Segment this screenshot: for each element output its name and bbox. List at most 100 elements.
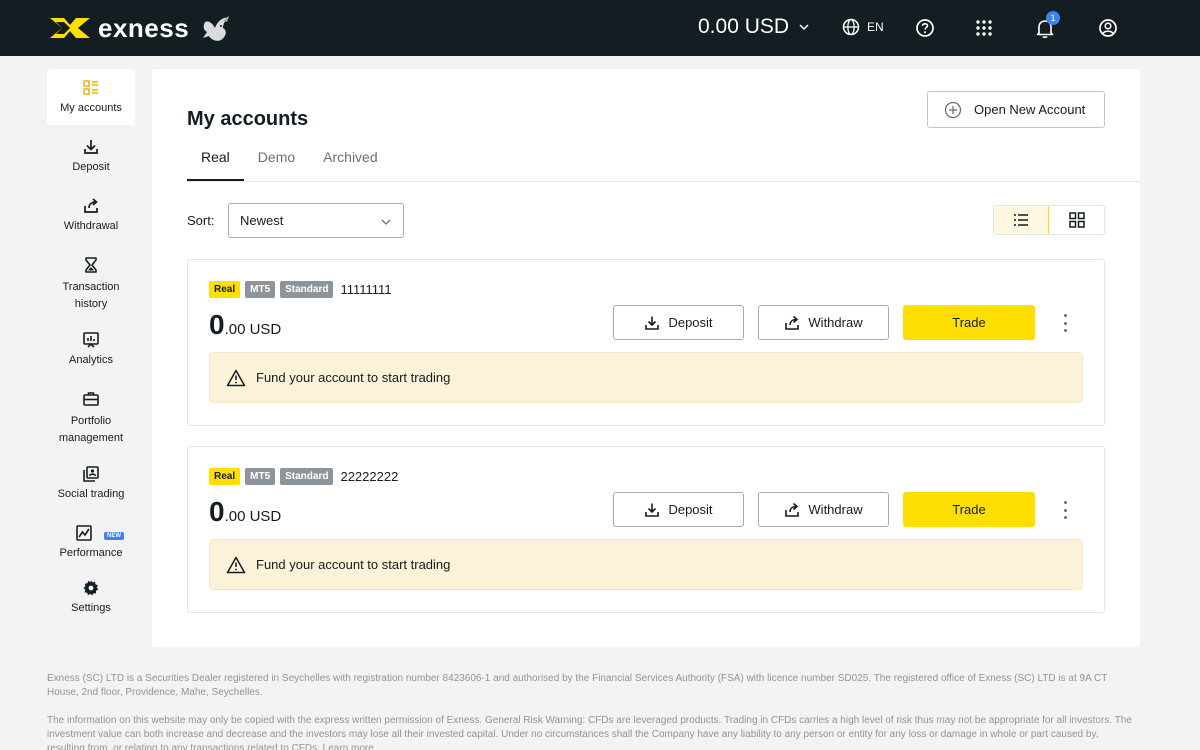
deposit-icon: [645, 503, 660, 517]
account-badges: Real MT5 Standard 11111111: [209, 281, 392, 298]
sidebar-item-label: Portfolio management: [58, 415, 124, 444]
notice-text: Fund your account to start trading: [256, 557, 451, 572]
account-balance: 0 .00 USD: [209, 309, 281, 341]
sidebar-item-analytics[interactable]: Analytics: [47, 331, 135, 366]
account-card: Real MT5 Standard 22222222 0 .00 USD Dep…: [187, 446, 1105, 613]
social-trading-icon: [83, 466, 99, 482]
platform-badge: MT5: [245, 281, 276, 298]
sidebar-item-label: Performance: [59, 547, 123, 559]
sort-value: Newest: [240, 213, 284, 228]
gear-icon: [83, 580, 99, 596]
withdraw-button[interactable]: Withdraw: [758, 305, 889, 340]
sort-select[interactable]: Newest: [228, 203, 404, 238]
balance-decimal: .00 USD: [224, 508, 282, 525]
trade-button[interactable]: Trade: [903, 305, 1035, 340]
more-options-icon[interactable]: [1055, 312, 1075, 334]
plus-circle-icon: [944, 101, 962, 118]
deposit-label: Deposit: [668, 502, 713, 517]
trade-button[interactable]: Trade: [903, 492, 1035, 527]
deposit-label: Deposit: [668, 315, 713, 330]
tab-demo[interactable]: Demo: [244, 149, 309, 182]
help-icon[interactable]: [913, 16, 937, 40]
fund-account-notice: Fund your account to start trading: [209, 539, 1083, 590]
tab-real[interactable]: Real: [187, 149, 244, 182]
withdraw-button[interactable]: Withdraw: [758, 492, 889, 527]
grid-icon: [1068, 212, 1085, 228]
sidebar-item-portfolio-management[interactable]: Portfolio management: [47, 390, 135, 447]
sidebar-item-label: Analytics: [68, 354, 114, 366]
sidebar-item-label: Withdrawal: [63, 220, 119, 232]
account-card: Real MT5 Standard 11111111 0 .00 USD Dep…: [187, 259, 1105, 426]
plan-badge: Standard: [280, 468, 334, 485]
tab-archived[interactable]: Archived: [309, 149, 391, 182]
brand-name: exness: [98, 12, 190, 43]
account-type-badge: Real: [209, 281, 241, 298]
account-balance: 0 .00 USD: [209, 496, 281, 528]
open-new-account-button[interactable]: Open New Account: [927, 91, 1105, 128]
sidebar-item-settings[interactable]: Settings: [47, 579, 135, 614]
withdraw-icon: [785, 502, 800, 517]
accounts-grid-icon: [83, 80, 98, 95]
exness-mark-icon: [50, 18, 90, 38]
language-selector[interactable]: EN: [842, 18, 884, 36]
globe-icon: [842, 18, 860, 36]
account-number: 22222222: [340, 469, 399, 484]
list-view-button[interactable]: [994, 206, 1050, 234]
performance-icon: [76, 525, 92, 541]
sidebar-item-deposit[interactable]: Deposit: [47, 138, 135, 173]
withdraw-icon: [785, 315, 800, 330]
fund-account-notice: Fund your account to start trading: [209, 352, 1083, 403]
account-number: 11111111: [340, 282, 392, 297]
deposit-icon: [645, 316, 660, 330]
notification-count-badge: 1: [1046, 11, 1060, 25]
analytics-icon: [83, 332, 99, 348]
sidebar-item-label: My accounts: [60, 102, 122, 114]
deposit-button[interactable]: Deposit: [613, 492, 744, 527]
balance-value: 0.00 USD: [698, 15, 790, 38]
account-type-badge: Real: [209, 468, 241, 485]
deposit-button[interactable]: Deposit: [613, 305, 744, 340]
hourglass-icon: [85, 257, 97, 273]
warning-icon: [226, 369, 246, 386]
notice-text: Fund your account to start trading: [256, 370, 451, 385]
grid-view-button[interactable]: [1049, 206, 1104, 234]
page-title: My accounts: [187, 108, 309, 130]
user-account-icon[interactable]: [1096, 16, 1120, 40]
sidebar-item-label: Settings: [71, 602, 111, 614]
warning-icon: [226, 556, 246, 573]
apps-grid-icon[interactable]: [972, 16, 996, 40]
withdraw-label: Withdraw: [808, 315, 863, 330]
deposit-icon: [84, 140, 98, 154]
top-bar: exness 0.00 USD EN 1: [0, 0, 1200, 56]
chevron-down-icon: [799, 24, 809, 31]
sidebar-item-my-accounts[interactable]: My accounts: [47, 69, 135, 125]
tabs-divider: [187, 181, 1140, 182]
language-code: EN: [867, 20, 884, 34]
list-icon: [1014, 214, 1028, 226]
sidebar-item-label: Transaction history: [62, 281, 120, 310]
regulatory-disclosure: Exness (SC) LTD is a Securities Dealer r…: [47, 673, 1108, 698]
account-badges: Real MT5 Standard 22222222: [209, 468, 398, 485]
sidebar-item-label: Social trading: [57, 488, 125, 500]
balance-decimal: .00 USD: [224, 321, 282, 338]
sidebar-item-withdrawal[interactable]: Withdrawal: [47, 197, 135, 232]
accounts-panel: My accounts Open New Account Real Demo A…: [152, 69, 1140, 647]
balance-whole: 0: [209, 309, 225, 340]
chevron-down-icon: [381, 219, 391, 225]
withdrawal-icon: [84, 198, 98, 213]
more-options-icon[interactable]: [1055, 499, 1075, 521]
exness-logo[interactable]: exness: [48, 12, 233, 44]
open-new-account-label: Open New Account: [974, 102, 1086, 117]
new-badge: NEW: [104, 532, 124, 540]
sidebar-item-transaction-history[interactable]: Transaction history: [47, 256, 135, 313]
view-mode-toggle: [993, 205, 1105, 235]
sidebar-item-performance[interactable]: NEW Performance: [47, 524, 135, 559]
dove-icon: [203, 16, 230, 41]
sort-label: Sort:: [187, 213, 215, 228]
plan-badge: Standard: [280, 281, 334, 298]
sidebar-item-social-trading[interactable]: Social trading: [47, 465, 135, 500]
risk-warning: The information on this website may only…: [47, 715, 1132, 750]
legal-footer: Exness (SC) LTD is a Securities Dealer r…: [47, 672, 1137, 750]
balance-dropdown[interactable]: 0.00 USD: [698, 15, 810, 39]
sidebar-item-label: Deposit: [72, 161, 110, 173]
